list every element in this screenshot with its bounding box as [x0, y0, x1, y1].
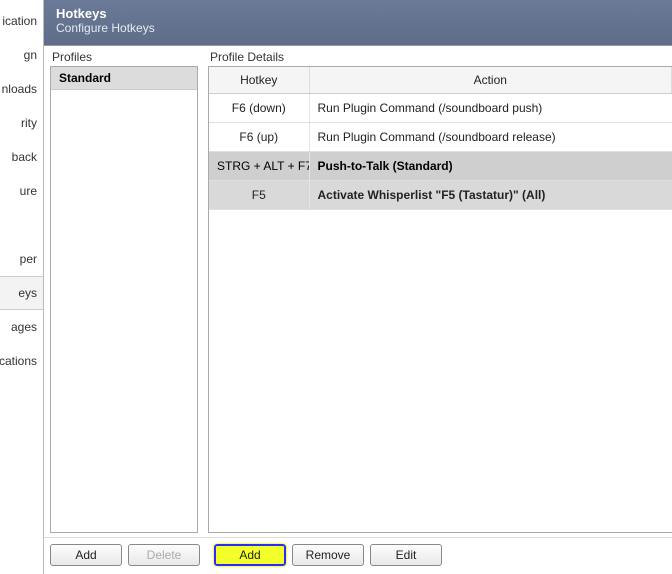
sidebar-item-playback[interactable]: back [0, 140, 43, 174]
hotkey-cell: F6 (up) [209, 123, 309, 152]
sidebar-item-downloads[interactable]: nloads [0, 72, 43, 106]
sidebar-item-messages[interactable]: ages [0, 310, 43, 344]
header: Hotkeys Configure Hotkeys [44, 0, 672, 46]
profile-details-label: Profile Details [208, 50, 672, 64]
col-hotkey[interactable]: Hotkey [209, 67, 309, 94]
settings-sidebar: ication gn nloads rity back ure per eys … [0, 0, 44, 574]
table-row[interactable]: STRG + ALT + F7 Push-to-Talk (Standard) [209, 152, 672, 181]
action-cell: Activate Whisperlist "F5 (Tastatur)" (Al… [309, 181, 672, 210]
profiles-delete-button[interactable]: Delete [128, 544, 200, 566]
col-action[interactable]: Action [309, 67, 672, 94]
details-edit-button[interactable]: Edit [370, 544, 442, 566]
page-title: Hotkeys [56, 6, 660, 21]
hotkeys-table: Hotkey Action F6 (down) Run Plugin Comma… [208, 66, 672, 533]
sidebar-item-hotkeys[interactable]: eys [0, 276, 43, 310]
sidebar-item-notifications[interactable]: ications [0, 344, 43, 378]
sidebar-item-design[interactable]: gn [0, 38, 43, 72]
table-row[interactable]: F6 (down) Run Plugin Command (/soundboar… [209, 94, 672, 123]
sidebar-item-security[interactable]: rity [0, 106, 43, 140]
table-row[interactable]: F6 (up) Run Plugin Command (/soundboard … [209, 123, 672, 152]
page-subtitle: Configure Hotkeys [56, 21, 660, 35]
sidebar-item-whisper[interactable]: per [0, 242, 43, 276]
details-remove-button[interactable]: Remove [292, 544, 364, 566]
action-cell: Push-to-Talk (Standard) [309, 152, 672, 181]
profile-item[interactable]: Standard [51, 67, 197, 90]
profiles-list[interactable]: Standard [50, 66, 198, 533]
profiles-add-button[interactable]: Add [50, 544, 122, 566]
hotkey-cell: F6 (down) [209, 94, 309, 123]
table-row[interactable]: F5 Activate Whisperlist "F5 (Tastatur)" … [209, 181, 672, 210]
hotkey-cell: STRG + ALT + F7 [209, 152, 309, 181]
sidebar-item-application[interactable]: ication [0, 4, 43, 38]
hotkey-cell: F5 [209, 181, 309, 210]
action-cell: Run Plugin Command (/soundboard release) [309, 123, 672, 152]
profiles-label: Profiles [50, 50, 198, 64]
action-cell: Run Plugin Command (/soundboard push) [309, 94, 672, 123]
footer: Add Delete Add Remove Edit [44, 537, 672, 574]
details-add-button[interactable]: Add [214, 544, 286, 566]
sidebar-item-capture[interactable]: ure [0, 174, 43, 208]
